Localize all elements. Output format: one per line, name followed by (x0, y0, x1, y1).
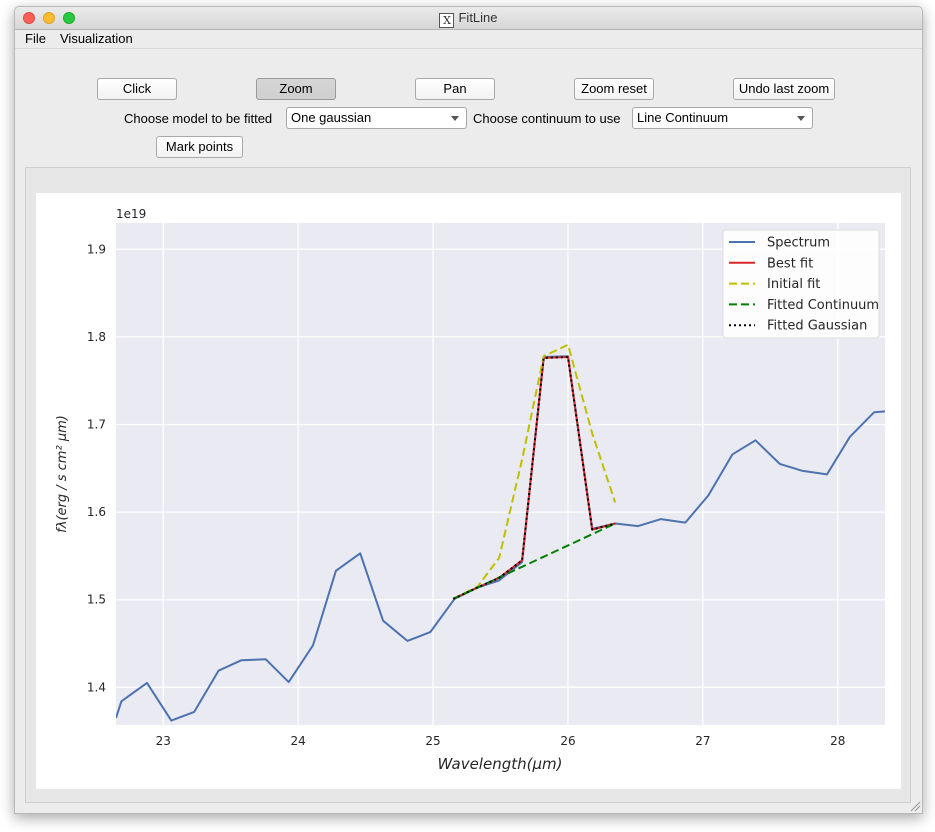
zoom-reset-button[interactable]: Zoom reset (574, 78, 654, 100)
x-axis-label: Wavelength(μm) (438, 755, 563, 773)
continuum-select[interactable]: Line Continuum (632, 107, 813, 129)
continuum-select-value: Line Continuum (637, 110, 729, 125)
zoom-button[interactable]: Zoom (256, 78, 336, 100)
menu-bar: File Visualization (15, 30, 922, 49)
resize-grip-icon[interactable] (909, 800, 921, 812)
chevron-down-icon (797, 116, 805, 121)
y-tick-label: 1.5 (87, 593, 106, 607)
x11-icon: X (439, 13, 455, 28)
model-select[interactable]: One gaussian (286, 107, 467, 129)
pan-button[interactable]: Pan (415, 78, 495, 100)
chart-legend: Spectrum Best fit Initial fit Fitted Contin… (722, 229, 880, 339)
y-tick-label: 1.6 (87, 505, 106, 519)
fitline-window: X FitLine File Visualization Click Zoom P… (14, 6, 923, 814)
x-tick-label: 26 (560, 734, 575, 748)
y-scale-label: 1e19 (116, 207, 146, 221)
legend-label: Fitted Gaussian (767, 319, 867, 334)
click-button[interactable]: Click (97, 78, 177, 100)
x-tick-label: 23 (156, 734, 171, 748)
y-axis-label: fλ(erg / s cm² μm) (55, 415, 70, 533)
model-label: Choose model to be fitted (124, 111, 273, 126)
y-tick-label: 1.8 (87, 330, 106, 344)
mark-points-button[interactable]: Mark points (156, 136, 243, 158)
chevron-down-icon (451, 116, 459, 121)
x-tick-label: 25 (425, 734, 440, 748)
legend-label: Fitted Continuum (767, 298, 879, 313)
model-select-value: One gaussian (291, 110, 372, 125)
spectrum-chart[interactable]: 23 24 25 26 27 28 1.4 1.5 1.6 1.7 1.8 1.9 1e19 Wave… (36, 193, 901, 789)
title-bar: X FitLine (15, 7, 922, 30)
undo-last-zoom-button[interactable]: Undo last zoom (733, 78, 835, 100)
legend-label: Spectrum (767, 236, 830, 251)
plot-canvas[interactable]: 23 24 25 26 27 28 1.4 1.5 1.6 1.7 1.8 1.9 1e19 Wave… (36, 193, 901, 789)
window-title: FitLine (458, 10, 498, 25)
x-tick-label: 27 (695, 734, 710, 748)
menu-visualization[interactable]: Visualization (60, 31, 133, 46)
menu-file[interactable]: File (25, 31, 46, 46)
x-tick-label: 24 (290, 734, 305, 748)
continuum-label: Choose continuum to use (473, 111, 621, 126)
y-tick-label: 1.4 (87, 680, 106, 694)
y-tick-label: 1.7 (87, 418, 106, 432)
y-tick-label: 1.9 (87, 242, 106, 256)
legend-label: Initial fit (767, 277, 820, 292)
x-tick-label: 28 (830, 734, 845, 748)
legend-label: Best fit (767, 256, 813, 271)
